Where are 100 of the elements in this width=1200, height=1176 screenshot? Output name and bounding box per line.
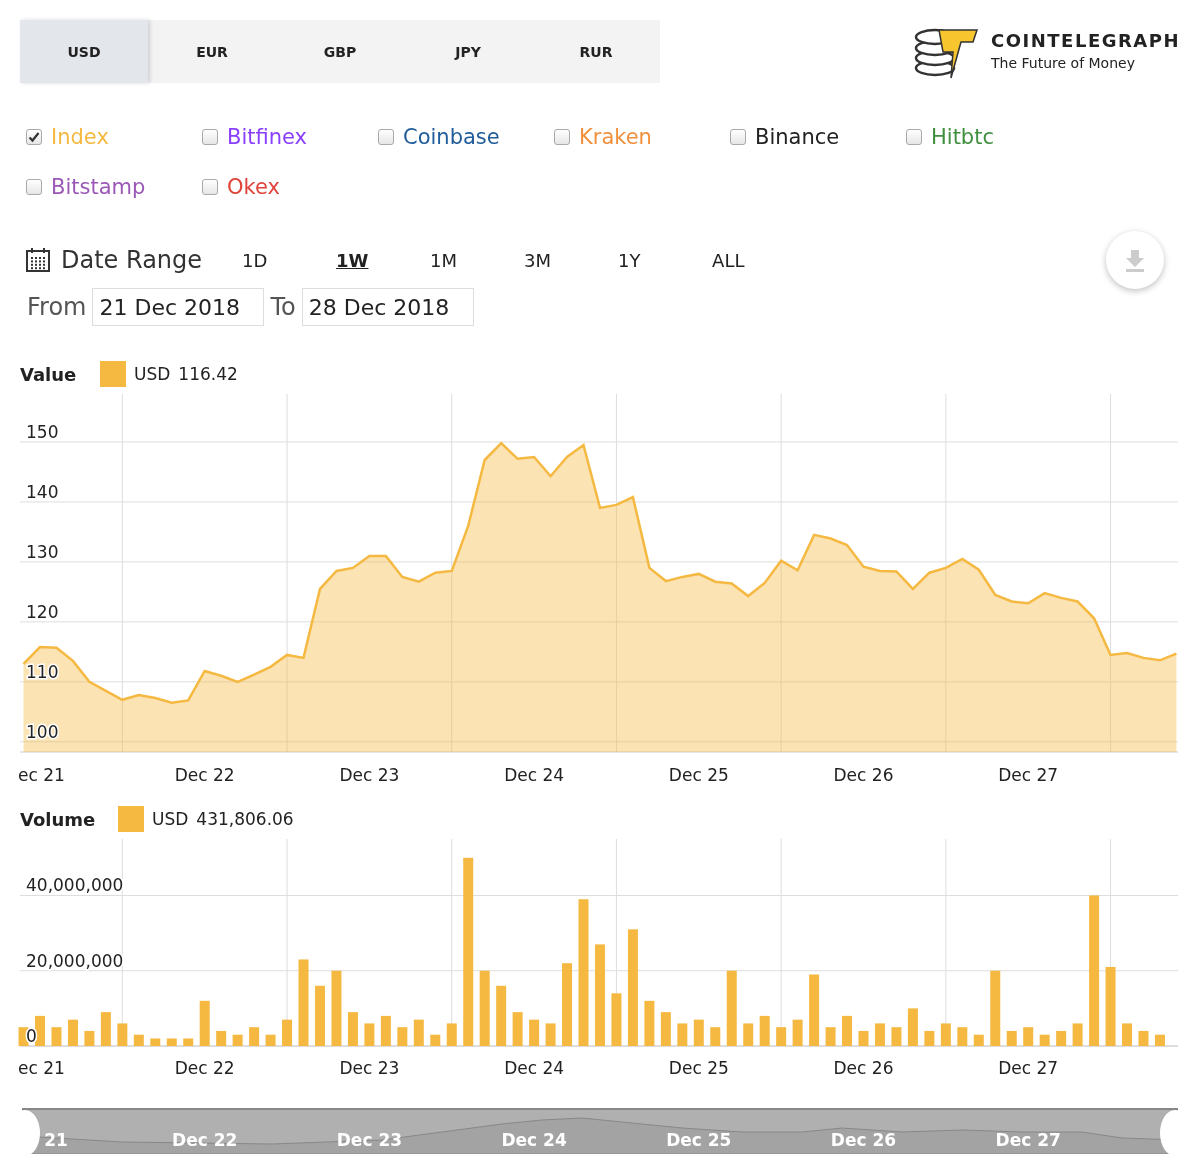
currency-tab[interactable]: EUR (148, 20, 276, 83)
range-option[interactable]: 1Y (612, 249, 707, 271)
volume-bar (315, 985, 325, 1046)
axis-label: Dec 26 (833, 765, 894, 784)
axis-label: Dec 23 (339, 765, 400, 784)
volume-bar (1006, 1030, 1017, 1046)
chart-title: Value (20, 363, 78, 385)
calendar-icon (25, 247, 51, 273)
volume-bar (413, 1019, 424, 1046)
volume-bar (957, 1027, 968, 1046)
volume-bar (100, 1012, 111, 1046)
axis-label: 110 (26, 661, 59, 682)
volume-bar (809, 974, 820, 1046)
volume-bar (446, 1023, 457, 1046)
volume-bar (545, 1023, 556, 1046)
volume-bar (940, 1023, 951, 1046)
navigator-label: Dec 22 (172, 1130, 238, 1150)
volume-bar (842, 1015, 853, 1046)
axis-label: ec 21 (18, 1058, 65, 1078)
volume-bar (35, 1015, 45, 1046)
volume-bar (150, 1038, 161, 1046)
axis-label: 20,000,000 (26, 950, 124, 971)
legend-swatch (100, 361, 126, 387)
volume-bar (529, 1019, 540, 1046)
volume-bar (891, 1027, 902, 1046)
volume-bar (1154, 1034, 1165, 1046)
navigator-label: 21 (44, 1130, 68, 1150)
to-label: To (270, 293, 296, 321)
legend-swatch (118, 806, 144, 832)
exchange-checkbox[interactable]: Okex (202, 175, 378, 199)
range-option[interactable]: 1D (236, 249, 331, 271)
range-option[interactable]: 1W (330, 249, 425, 271)
volume-bar (430, 1034, 441, 1046)
date-range-label: Date Range (61, 246, 203, 274)
volume-bar (117, 1023, 128, 1046)
volume-bar (265, 1034, 276, 1046)
axis-label: Dec 27 (998, 765, 1059, 784)
range-option[interactable]: 1M (424, 249, 519, 271)
exchange-checkbox[interactable]: Binance (730, 125, 906, 149)
volume-bar (973, 1034, 984, 1046)
volume-bar (776, 1027, 787, 1046)
volume-bar (792, 1019, 803, 1046)
logo-tagline: The Future of Money (991, 55, 1136, 71)
volume-bar (84, 1030, 95, 1046)
volume-bar (1039, 1034, 1050, 1046)
range-option[interactable]: ALL (706, 249, 801, 271)
volume-bar (759, 1015, 770, 1046)
volume-bar (364, 1023, 375, 1046)
axis-label: Dec 27 (998, 1058, 1059, 1078)
exchange-checkbox[interactable]: Bitfinex (202, 125, 378, 149)
currency-tab[interactable]: JPY (404, 20, 532, 83)
navigator-label: Dec 25 (666, 1130, 732, 1150)
navigator-label: Dec 27 (995, 1130, 1061, 1150)
axis-label: Dec 24 (504, 1058, 565, 1078)
volume-bar (18, 1027, 29, 1046)
navigator-label: Dec 24 (501, 1130, 567, 1150)
volume-bar (693, 1019, 704, 1046)
axis-label: Dec 25 (668, 1058, 729, 1078)
volume-bar (611, 993, 622, 1046)
legend-value: 116.42 (178, 364, 238, 384)
from-date-field[interactable]: 21 Dec 2018 (92, 288, 265, 326)
volume-bar (907, 1008, 918, 1046)
currency-tab[interactable]: GBP (276, 20, 404, 83)
volume-bar (166, 1038, 177, 1046)
legend-value: 431,806.06 (196, 809, 294, 829)
volume-bar (232, 1034, 243, 1046)
to-date-field[interactable]: 28 Dec 2018 (301, 288, 474, 326)
volume-bar (347, 1012, 358, 1046)
exchange-checkbox[interactable]: Coinbase (378, 125, 554, 149)
volume-bar (874, 1023, 885, 1046)
currency-tab[interactable]: RUR (532, 20, 660, 83)
volume-bar (282, 1019, 293, 1046)
axis-label: Dec 23 (339, 1058, 400, 1078)
range-option[interactable]: 3M (518, 249, 613, 271)
exchange-checkbox[interactable]: Hitbtc (906, 125, 1082, 149)
from-label: From (27, 293, 87, 321)
volume-bar (380, 1015, 391, 1046)
currency-tab[interactable]: USD (20, 20, 148, 83)
volume-bar (924, 1030, 935, 1046)
axis-label: ec 21 (18, 765, 65, 784)
volume-bar (1023, 1027, 1034, 1046)
volume-bar (1122, 1023, 1132, 1046)
download-icon (1124, 248, 1146, 272)
volume-bar (1138, 1030, 1149, 1046)
volume-bar (677, 1023, 688, 1046)
volume-bar (183, 1038, 194, 1046)
navigator-label: Dec 23 (336, 1130, 403, 1150)
legend-currency: USD (152, 809, 189, 829)
volume-bar (825, 1027, 836, 1046)
download-button[interactable] (1106, 231, 1164, 289)
volume-bar (858, 1030, 869, 1046)
volume-bar (249, 1027, 260, 1046)
exchange-checkbox[interactable]: Bitstamp (26, 175, 202, 199)
volume-bar (1056, 1030, 1067, 1046)
volume-bar (1072, 1023, 1083, 1046)
axis-label: Dec 26 (833, 1058, 894, 1078)
volume-bar (199, 1000, 210, 1046)
chart-title: Volume (20, 808, 97, 830)
volume-bar (660, 1012, 671, 1046)
axis-label: 140 (26, 481, 59, 502)
